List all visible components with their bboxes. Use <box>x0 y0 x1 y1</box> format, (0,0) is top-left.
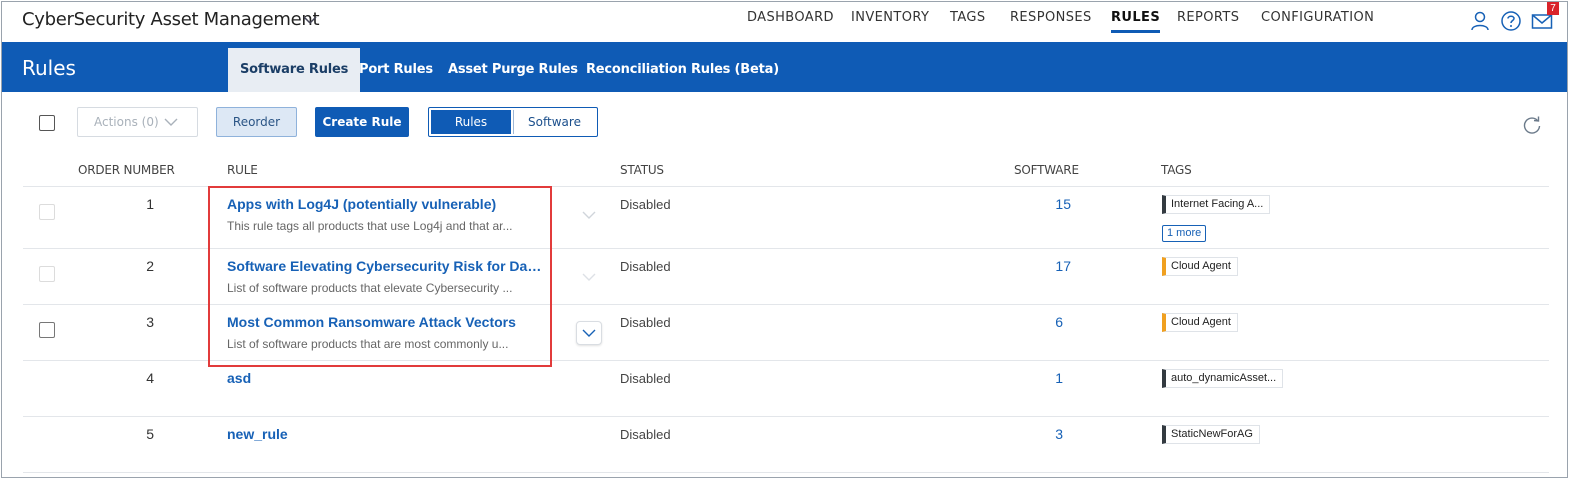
actions-dropdown[interactable]: Actions (0) <box>77 107 198 137</box>
order-number: 2 <box>146 258 154 274</box>
nav-tags[interactable]: TAGS <box>950 10 986 25</box>
chevron-down-icon <box>164 118 178 126</box>
rule-name-link[interactable]: asd <box>227 370 542 386</box>
app-window: CyberSecurity Asset Management DASHBOARD… <box>1 1 1568 478</box>
reorder-button[interactable]: Reorder <box>216 107 297 137</box>
app-title: CyberSecurity Asset Management <box>22 9 320 30</box>
nav-rules[interactable]: RULES <box>1111 10 1161 33</box>
chevron-down-icon <box>582 329 596 337</box>
column-header-order[interactable]: ORDER NUMBER <box>78 163 175 177</box>
expand-row-button[interactable] <box>576 203 602 227</box>
chevron-down-icon <box>582 273 596 281</box>
tab-port-rules[interactable]: Port Rules <box>347 48 445 92</box>
software-count-link[interactable]: 17 <box>1031 258 1071 274</box>
order-number: 4 <box>146 370 154 386</box>
nav-configuration[interactable]: CONFIGURATION <box>1261 10 1374 25</box>
row-checkbox[interactable] <box>39 266 55 282</box>
column-header-tags[interactable]: TAGS <box>1161 163 1192 177</box>
status-text: Disabled <box>620 259 671 274</box>
rule-name-link[interactable]: new_rule <box>227 426 542 442</box>
actions-label: Actions (0) <box>94 115 159 129</box>
nav-reports[interactable]: REPORTS <box>1177 10 1239 25</box>
mail-badge: 7 <box>1547 2 1559 15</box>
column-header-status[interactable]: STATUS <box>620 163 664 177</box>
nav-responses[interactable]: RESPONSES <box>1010 10 1092 25</box>
chevron-down-icon <box>582 211 596 219</box>
section-header: Rules Software Rules Port Rules Asset Pu… <box>2 42 1567 92</box>
nav-inventory[interactable]: INVENTORY <box>851 10 929 25</box>
expand-row-button[interactable] <box>576 265 602 289</box>
tab-reconciliation-rules[interactable]: Reconciliation Rules (Beta) <box>574 48 791 92</box>
status-text: Disabled <box>620 315 671 330</box>
view-rules-toggle[interactable]: Rules <box>431 110 511 134</box>
refresh-icon[interactable] <box>1521 114 1543 136</box>
row-divider <box>23 416 1549 417</box>
tag-chip[interactable]: Internet Facing A... <box>1162 195 1271 214</box>
more-tags-link[interactable]: 1 more <box>1162 225 1207 242</box>
tab-software-rules[interactable]: Software Rules <box>228 48 361 92</box>
order-number: 1 <box>146 196 154 212</box>
page-title: Rules <box>22 56 76 80</box>
software-count-link[interactable]: 6 <box>1023 314 1063 330</box>
row-checkbox[interactable] <box>39 322 55 338</box>
help-icon[interactable] <box>1500 10 1522 32</box>
expand-row-button[interactable] <box>576 321 602 345</box>
status-text: Disabled <box>620 371 671 386</box>
chevron-down-icon[interactable] <box>302 12 318 28</box>
view-software-toggle[interactable]: Software <box>513 110 595 134</box>
tab-asset-purge-rules[interactable]: Asset Purge Rules <box>436 48 590 92</box>
status-text: Disabled <box>620 197 671 212</box>
select-all-checkbox[interactable] <box>39 115 55 131</box>
software-count-link[interactable]: 15 <box>1031 196 1071 212</box>
row-checkbox[interactable] <box>39 204 55 220</box>
highlight-box <box>208 186 552 367</box>
tag-chip[interactable]: Cloud Agent <box>1162 257 1238 276</box>
software-count-link[interactable]: 1 <box>1023 370 1063 386</box>
nav-dashboard[interactable]: DASHBOARD <box>747 10 834 25</box>
tag-chip[interactable]: StaticNewForAG <box>1162 425 1260 444</box>
column-header-rule[interactable]: RULE <box>227 163 258 177</box>
tag-chip[interactable]: Cloud Agent <box>1162 313 1238 332</box>
user-icon[interactable] <box>1469 10 1491 32</box>
create-rule-button[interactable]: Create Rule <box>315 107 409 137</box>
order-number: 5 <box>146 426 154 442</box>
row-divider <box>23 472 1549 473</box>
column-header-software[interactable]: SOFTWARE <box>1014 163 1079 177</box>
order-number: 3 <box>146 314 154 330</box>
status-text: Disabled <box>620 427 671 442</box>
software-count-link[interactable]: 3 <box>1023 426 1063 442</box>
top-bar: CyberSecurity Asset Management DASHBOARD… <box>2 2 1567 42</box>
view-toggle: Rules Software <box>428 107 598 137</box>
tag-chip[interactable]: auto_dynamicAsset... <box>1162 369 1284 388</box>
